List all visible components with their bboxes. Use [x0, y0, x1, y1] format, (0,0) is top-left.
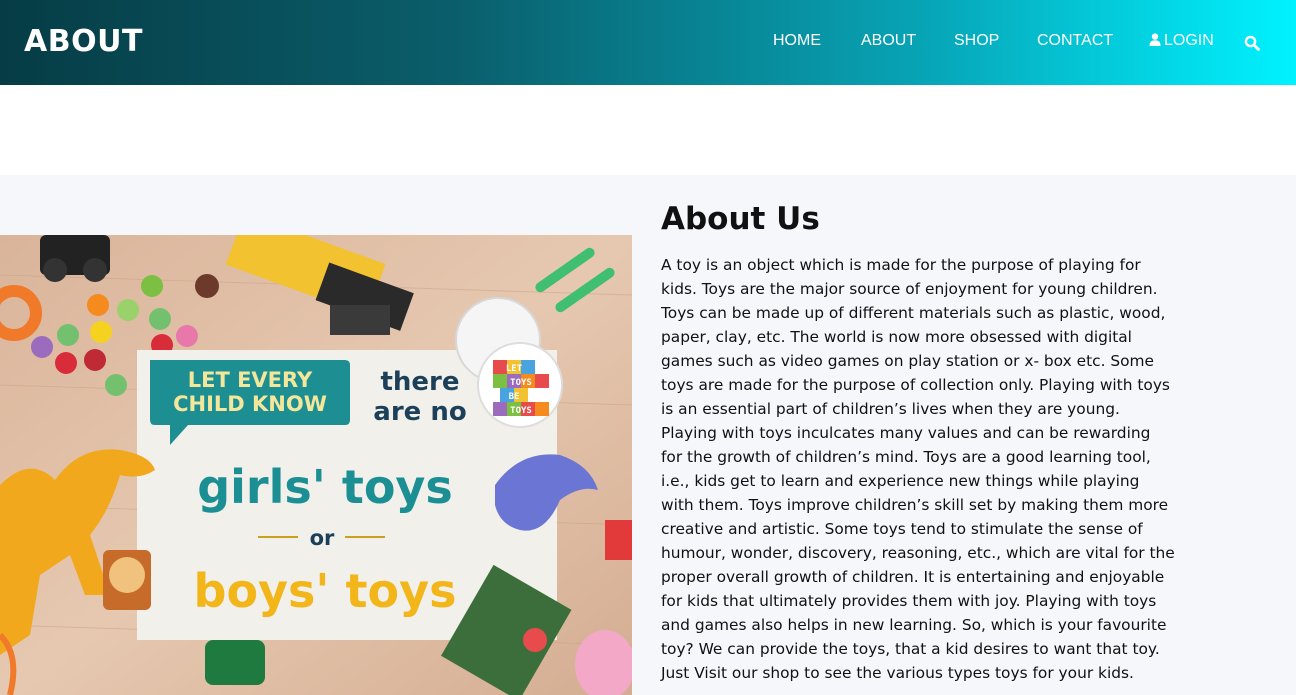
toy-green-car [205, 640, 265, 685]
sign-line-7: boys' toys [194, 564, 457, 618]
about-paragraph: A toy is an object which is made for the… [661, 256, 1175, 682]
nav-home[interactable]: HOME [773, 32, 821, 50]
toys-illustration: LET EVERY CHILD KNOW there are no girls'… [0, 235, 632, 695]
nav-login[interactable]: LOGIN [1149, 32, 1214, 50]
block-word-2: TOYS [510, 378, 532, 388]
sign-line-2: CHILD KNOW [173, 392, 327, 416]
brand-title[interactable]: ABOUT [24, 24, 143, 59]
search-icon [1244, 35, 1260, 51]
nav-shop[interactable]: SHOP [954, 32, 999, 50]
block-word-4: TOYS [510, 406, 532, 416]
sign-line-4: are no [373, 397, 466, 427]
nav-login-label: LOGIN [1164, 32, 1214, 49]
nav-contact[interactable]: CONTACT [1037, 32, 1113, 50]
sign-line-6: or [310, 526, 335, 550]
nav-about[interactable]: ABOUT [861, 32, 916, 50]
sign-line-3: there [380, 367, 459, 397]
sign-line-1: LET EVERY [188, 368, 313, 392]
top-navbar: ABOUT HOME ABOUT SHOP CONTACT LOGIN [0, 0, 1296, 85]
toys-banner-image: LET EVERY CHILD KNOW there are no girls'… [0, 235, 632, 695]
user-icon [1149, 33, 1161, 46]
block-word-1: LET [506, 364, 523, 374]
about-section: LET EVERY CHILD KNOW there are no girls'… [0, 175, 1296, 695]
block-word-3: BE [509, 392, 520, 402]
about-heading: About Us [661, 201, 820, 237]
search-button[interactable] [1244, 35, 1260, 51]
sign-line-5: girls' toys [197, 460, 453, 514]
header-spacer [0, 85, 1296, 175]
